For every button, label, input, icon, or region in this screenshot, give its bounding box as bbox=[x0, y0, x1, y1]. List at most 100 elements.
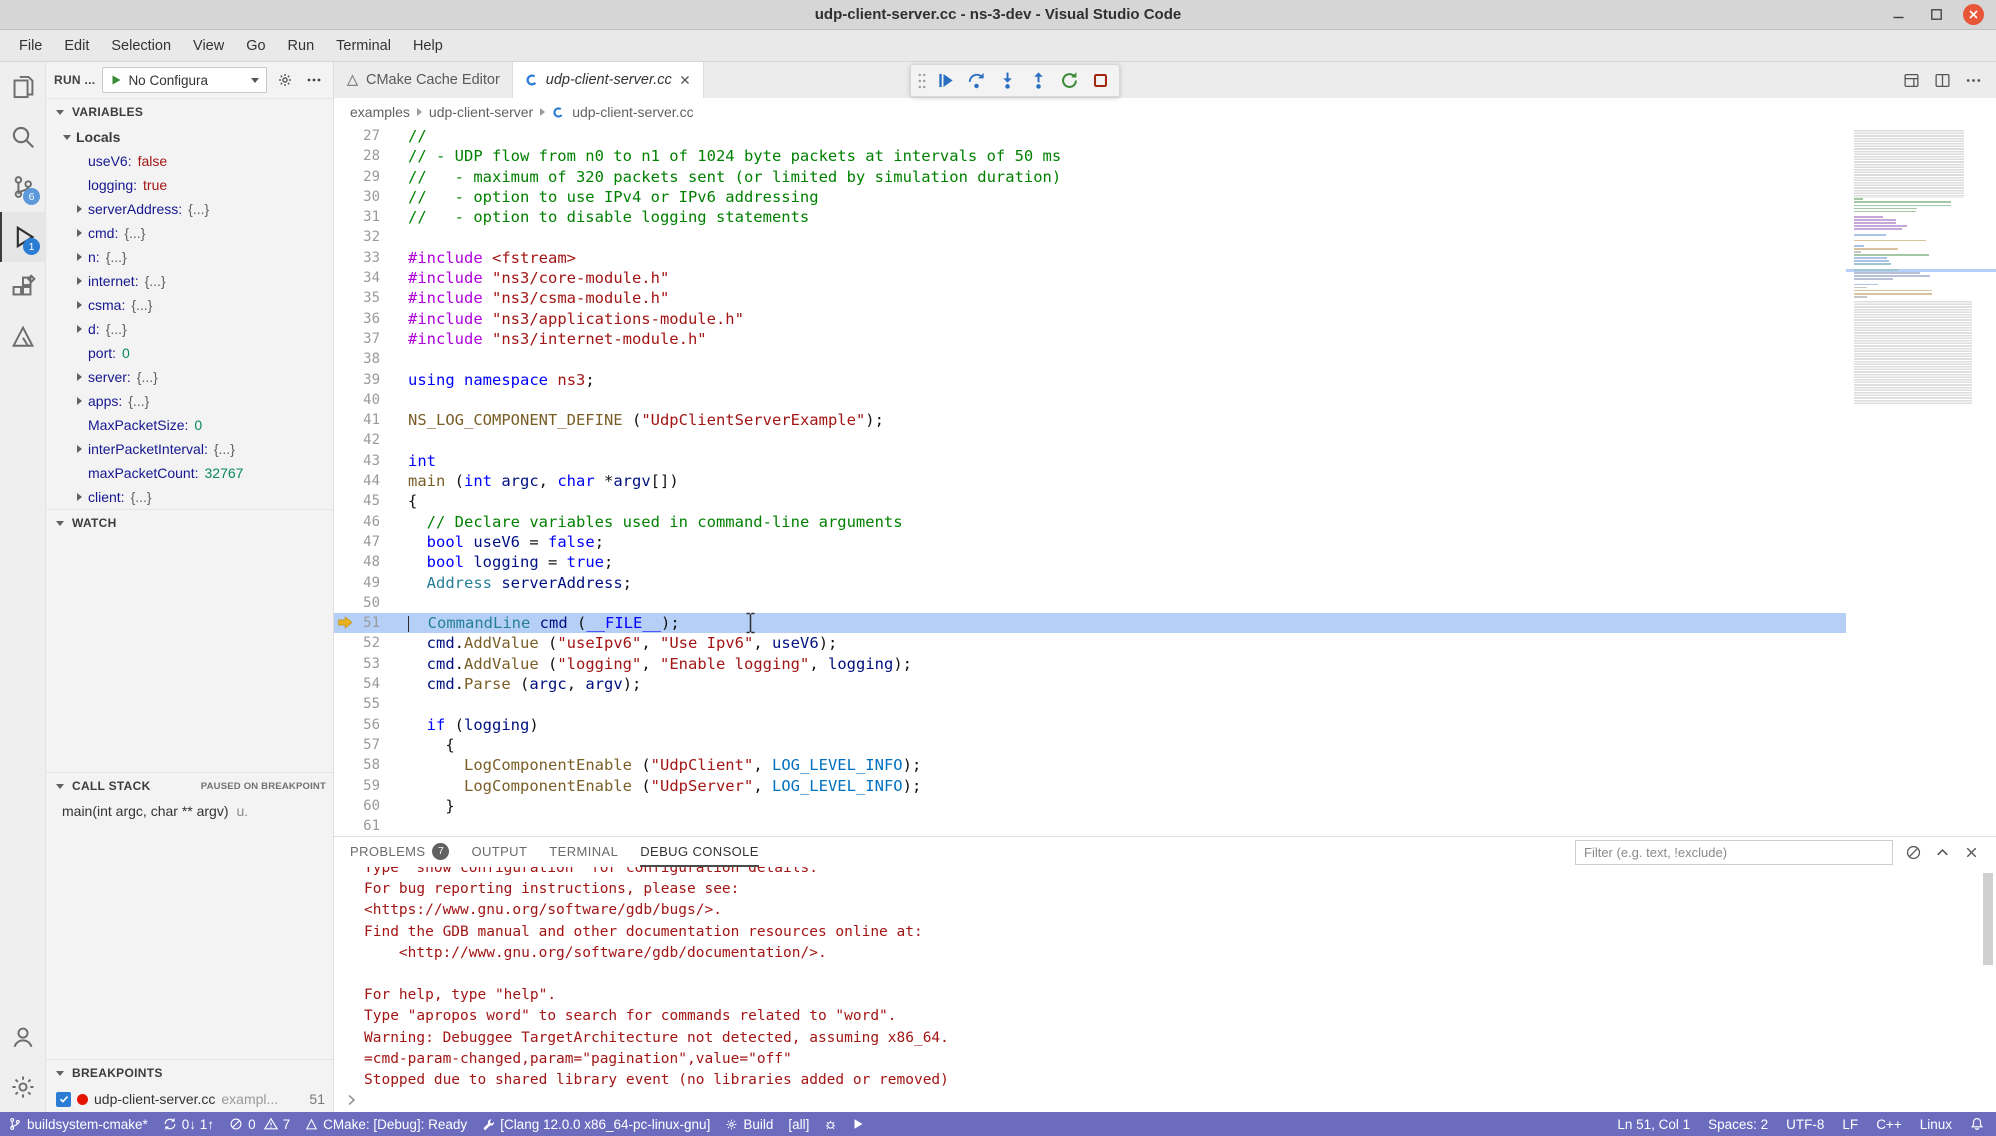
problems-status[interactable]: 0 7 bbox=[229, 1117, 290, 1132]
build-button[interactable]: Build bbox=[725, 1117, 773, 1132]
panel-tab-debug-console[interactable]: DEBUG CONSOLE bbox=[640, 837, 759, 867]
debug-gear-icon[interactable] bbox=[274, 69, 296, 91]
line-number-gutter[interactable]: 51 bbox=[334, 613, 398, 633]
code-line[interactable]: 31// - option to disable logging stateme… bbox=[334, 207, 1846, 227]
line-number-gutter[interactable]: 45 bbox=[334, 491, 398, 511]
variable-row[interactable]: interPacketInterval:{...} bbox=[46, 437, 333, 461]
line-number-gutter[interactable]: 59 bbox=[334, 776, 398, 796]
line-number-gutter[interactable]: 35 bbox=[334, 288, 398, 308]
code-line[interactable]: 38 bbox=[334, 349, 1846, 369]
code-line[interactable]: 37#include "ns3/internet-module.h" bbox=[334, 329, 1846, 349]
console-input[interactable] bbox=[346, 1094, 358, 1106]
cmake-status[interactable]: CMake: [Debug]: Ready bbox=[305, 1117, 467, 1132]
settings-gear-icon[interactable] bbox=[0, 1062, 45, 1112]
git-branch-status[interactable]: buildsystem-cmake* bbox=[8, 1117, 148, 1132]
line-number-gutter[interactable]: 39 bbox=[334, 370, 398, 390]
code-line[interactable]: 45{ bbox=[334, 491, 1846, 511]
breakpoint-row[interactable]: udp-client-server.cc exampl... 51 bbox=[46, 1086, 333, 1112]
line-number-gutter[interactable]: 52 bbox=[334, 633, 398, 653]
menu-item-edit[interactable]: Edit bbox=[53, 30, 100, 61]
tab-cmake-cache-editor[interactable]: CMake Cache Editor bbox=[334, 62, 513, 98]
breadcrumb-item[interactable]: udp-client-server.cc bbox=[572, 104, 693, 120]
variable-row[interactable]: d:{...} bbox=[46, 317, 333, 341]
menu-item-go[interactable]: Go bbox=[235, 30, 276, 61]
line-number-gutter[interactable]: 57 bbox=[334, 735, 398, 755]
code-line[interactable]: 47 bool useV6 = false; bbox=[334, 532, 1846, 552]
close-icon[interactable] bbox=[1963, 4, 1984, 25]
drag-handle-icon[interactable] bbox=[916, 72, 928, 90]
continue-icon[interactable] bbox=[931, 67, 959, 95]
variables-section-header[interactable]: VARIABLES bbox=[46, 98, 333, 125]
variable-row[interactable]: internet:{...} bbox=[46, 269, 333, 293]
line-number-gutter[interactable]: 48 bbox=[334, 552, 398, 572]
menu-item-selection[interactable]: Selection bbox=[100, 30, 182, 61]
variable-row[interactable]: csma:{...} bbox=[46, 293, 333, 317]
code-line[interactable]: 44main (int argc, char *argv[]) bbox=[334, 471, 1846, 491]
line-number-gutter[interactable]: 30 bbox=[334, 187, 398, 207]
code-line[interactable]: 32 bbox=[334, 227, 1846, 247]
variable-row[interactable]: maxPacketCount:32767 bbox=[46, 461, 333, 485]
line-number-gutter[interactable]: 58 bbox=[334, 755, 398, 775]
code-line[interactable]: 39using namespace ns3; bbox=[334, 370, 1846, 390]
line-number-gutter[interactable]: 49 bbox=[334, 573, 398, 593]
source-control-icon[interactable]: 6 bbox=[0, 162, 45, 212]
launch-target-button[interactable] bbox=[852, 1118, 864, 1130]
panel-tab-terminal[interactable]: TERMINAL bbox=[549, 837, 618, 867]
line-number-gutter[interactable]: 55 bbox=[334, 694, 398, 714]
close-panel-icon[interactable] bbox=[1963, 844, 1980, 861]
code-line[interactable]: 54 cmd.Parse (argc, argv); bbox=[334, 674, 1846, 694]
line-number-gutter[interactable]: 37 bbox=[334, 329, 398, 349]
step-over-icon[interactable] bbox=[962, 67, 990, 95]
explorer-icon[interactable] bbox=[0, 62, 45, 112]
notifications-bell-icon[interactable] bbox=[1970, 1117, 1984, 1131]
variable-row[interactable]: n:{...} bbox=[46, 245, 333, 269]
breakpoints-section-header[interactable]: BREAKPOINTS bbox=[46, 1059, 333, 1086]
line-number-gutter[interactable]: 47 bbox=[334, 532, 398, 552]
eol-status[interactable]: LF bbox=[1842, 1117, 1858, 1132]
menu-item-view[interactable]: View bbox=[182, 30, 235, 61]
code-line[interactable]: 36#include "ns3/applications-module.h" bbox=[334, 309, 1846, 329]
minimize-icon[interactable] bbox=[1887, 4, 1909, 26]
line-number-gutter[interactable]: 61 bbox=[334, 816, 398, 836]
clear-console-icon[interactable] bbox=[1905, 844, 1922, 861]
stop-icon[interactable] bbox=[1086, 67, 1114, 95]
menu-item-file[interactable]: File bbox=[8, 30, 53, 61]
line-number-gutter[interactable]: 50 bbox=[334, 593, 398, 613]
variable-row[interactable]: client:{...} bbox=[46, 485, 333, 509]
menu-item-run[interactable]: Run bbox=[277, 30, 326, 61]
extensions-icon[interactable] bbox=[0, 262, 45, 312]
line-number-gutter[interactable]: 43 bbox=[334, 451, 398, 471]
sync-status[interactable]: 0↓ 1↑ bbox=[163, 1117, 214, 1132]
code-line[interactable]: 61 bbox=[334, 816, 1846, 836]
variable-row[interactable]: port:0 bbox=[46, 341, 333, 365]
step-into-icon[interactable] bbox=[993, 67, 1021, 95]
line-number-gutter[interactable]: 29 bbox=[334, 167, 398, 187]
panel-tab-problems[interactable]: PROBLEMS7 bbox=[350, 837, 449, 867]
line-number-gutter[interactable]: 34 bbox=[334, 268, 398, 288]
language-mode[interactable]: C++ bbox=[1876, 1117, 1902, 1132]
code-line[interactable]: 57 { bbox=[334, 735, 1846, 755]
code-line[interactable]: 51 CommandLine cmd (__FILE__); bbox=[334, 613, 1846, 633]
code-line[interactable]: 58 LogComponentEnable ("UdpClient", LOG_… bbox=[334, 755, 1846, 775]
code-line[interactable]: 49 Address serverAddress; bbox=[334, 573, 1846, 593]
code-line[interactable]: 56 if (logging) bbox=[334, 715, 1846, 735]
line-number-gutter[interactable]: 42 bbox=[334, 430, 398, 450]
console-scrollbar[interactable] bbox=[1983, 873, 1993, 965]
line-number-gutter[interactable]: 54 bbox=[334, 674, 398, 694]
code-line[interactable]: 59 LogComponentEnable ("UdpServer", LOG_… bbox=[334, 776, 1846, 796]
tab-udp-client-server[interactable]: udp-client-server.cc bbox=[513, 62, 704, 98]
maximize-icon[interactable] bbox=[1925, 4, 1947, 26]
code-line[interactable]: 53 cmd.AddValue ("logging", "Enable logg… bbox=[334, 654, 1846, 674]
menu-item-terminal[interactable]: Terminal bbox=[325, 30, 402, 61]
line-number-gutter[interactable]: 40 bbox=[334, 390, 398, 410]
kit-status[interactable]: [Clang 12.0.0 x86_64-pc-linux-gnu] bbox=[482, 1117, 710, 1132]
code-line[interactable]: 33#include <fstream> bbox=[334, 248, 1846, 268]
code-line[interactable]: 29// - maximum of 320 packets sent (or l… bbox=[334, 167, 1846, 187]
line-number-gutter[interactable]: 44 bbox=[334, 471, 398, 491]
account-icon[interactable] bbox=[0, 1012, 45, 1062]
line-number-gutter[interactable]: 31 bbox=[334, 207, 398, 227]
restart-icon[interactable] bbox=[1055, 67, 1083, 95]
code-line[interactable]: 55 bbox=[334, 694, 1846, 714]
code-line[interactable]: 30// - option to use IPv4 or IPv6 addres… bbox=[334, 187, 1846, 207]
watch-section-header[interactable]: WATCH bbox=[46, 509, 333, 536]
